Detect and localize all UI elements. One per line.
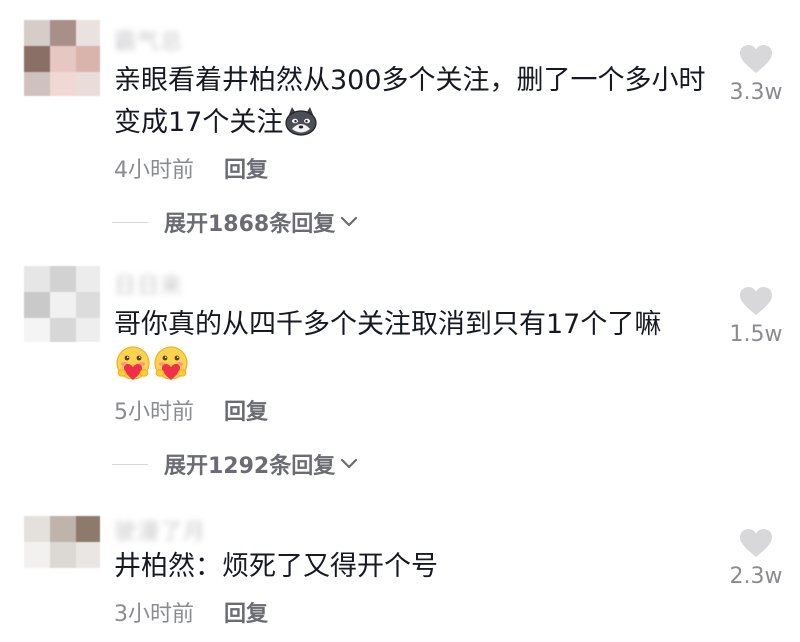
divider bbox=[112, 221, 148, 223]
like-count: 1.5w bbox=[729, 322, 783, 347]
comment-text: 井柏然：烦死了又得开个号 bbox=[114, 551, 438, 582]
comment-meta: 4小时前 回复 bbox=[114, 152, 268, 184]
user-avatar[interactable] bbox=[24, 516, 100, 568]
timestamp: 3小时前 bbox=[114, 602, 194, 627]
timestamp: 4小时前 bbox=[114, 158, 194, 183]
reply-button[interactable]: 回复 bbox=[224, 158, 268, 183]
expand-replies-button[interactable]: 展开1292条回复 bbox=[112, 448, 359, 480]
username[interactable]: 驶漫了月 bbox=[114, 514, 206, 546]
like-count: 2.3w bbox=[729, 564, 783, 589]
heart-hug-emoji-icon bbox=[114, 346, 152, 395]
husky-emoji-icon bbox=[283, 105, 319, 150]
username[interactable]: 霸气总 bbox=[114, 24, 183, 56]
heart-icon bbox=[739, 45, 773, 78]
reply-button[interactable]: 回复 bbox=[224, 400, 268, 425]
comment-item-1: 霸气总 亲眼看着井柏然从300多个关注，删了一个多小时变成17个关注 4小时前 回… bbox=[0, 0, 800, 240]
like-button[interactable]: 1.5w bbox=[722, 286, 790, 347]
comment-item-3: 驶漫了月 井柏然：烦死了又得开个号 3小时前 回复 2.3w bbox=[0, 490, 800, 642]
reply-button[interactable]: 回复 bbox=[224, 602, 268, 627]
user-avatar[interactable] bbox=[24, 20, 100, 96]
timestamp: 5小时前 bbox=[114, 400, 194, 425]
comment-meta: 5小时前 回复 bbox=[114, 394, 268, 426]
username[interactable]: 日日来 bbox=[114, 268, 183, 300]
comment-text: 哥你真的从四千多个关注取消到只有17个了嘛 bbox=[114, 304, 714, 395]
chevron-down-icon bbox=[339, 452, 359, 477]
expand-replies-button[interactable]: 展开1868条回复 bbox=[112, 206, 359, 238]
comment-item-2: 日日来 哥你真的从四千多个关注取消到只有17个了嘛 5小时前 回复 展开1292… bbox=[0, 240, 800, 490]
like-count: 3.3w bbox=[729, 80, 783, 105]
heart-icon bbox=[739, 529, 773, 562]
comment-text: 亲眼看着井柏然从300多个关注，删了一个多小时变成17个关注 bbox=[114, 60, 714, 150]
chevron-down-icon bbox=[339, 210, 359, 235]
like-button[interactable]: 2.3w bbox=[722, 528, 790, 589]
heart-hug-emoji-icon bbox=[152, 346, 190, 395]
heart-icon bbox=[739, 287, 773, 320]
user-avatar[interactable] bbox=[24, 266, 100, 342]
divider bbox=[112, 463, 148, 465]
comment-meta: 3小时前 回复 bbox=[114, 596, 268, 628]
like-button[interactable]: 3.3w bbox=[722, 44, 790, 105]
